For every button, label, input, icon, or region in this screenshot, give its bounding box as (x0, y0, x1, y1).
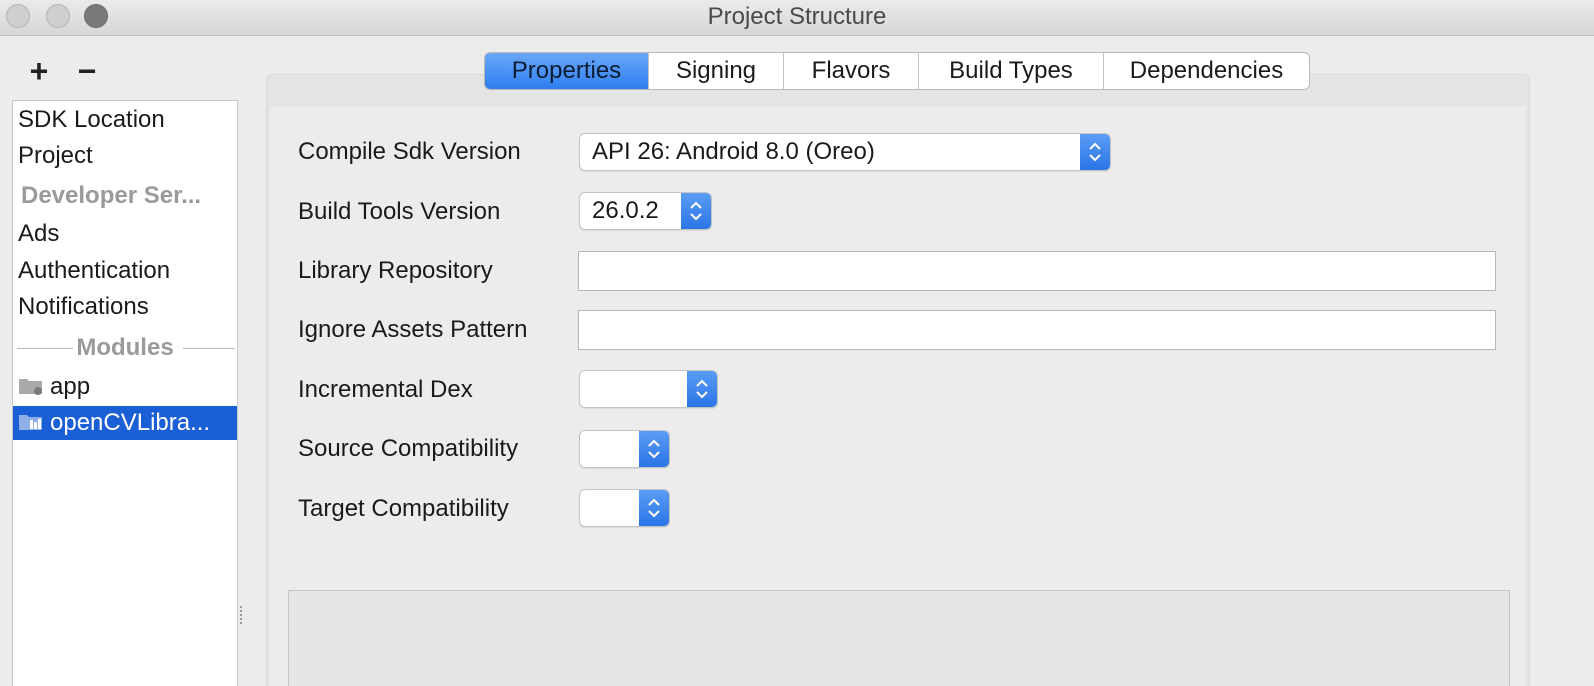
library-repository-label: Library Repository (298, 257, 493, 284)
tab-bar: Properties Signing Flavors Build Types D… (484, 52, 1310, 90)
tab-build-types[interactable]: Build Types (918, 53, 1103, 89)
build-tools-value: 26.0.2 (592, 197, 659, 224)
compile-sdk-label: Compile Sdk Version (298, 138, 521, 165)
chevron-up-down-icon (639, 490, 669, 526)
sidebar: SDK Location Project Developer Ser... Ad… (12, 100, 238, 686)
sidebar-item-label: openCVLibra... (50, 409, 211, 436)
sidebar-item-ads[interactable]: Ads (13, 217, 237, 251)
title-bar: Project Structure (0, 0, 1594, 36)
incremental-dex-select[interactable] (579, 370, 718, 408)
remove-icon[interactable]: − (74, 55, 100, 87)
library-repository-input[interactable] (578, 251, 1496, 291)
tab-properties[interactable]: Properties (485, 53, 648, 89)
target-compatibility-select[interactable] (579, 489, 670, 527)
splitter-handle[interactable] (238, 604, 244, 628)
tab-dependencies[interactable]: Dependencies (1103, 53, 1309, 89)
chevron-up-down-icon (687, 371, 717, 407)
project-structure-window: Project Structure + − SDK Location Proje… (0, 0, 1594, 686)
sidebar-item-app[interactable]: app (13, 370, 237, 404)
chevron-up-down-icon (639, 431, 669, 467)
module-folder-icon (19, 379, 42, 395)
sidebar-item-opencv-library[interactable]: openCVLibra... (13, 406, 237, 440)
sidebar-item-notifications[interactable]: Notifications (13, 290, 237, 324)
compile-sdk-value: API 26: Android 8.0 (Oreo) (592, 138, 875, 165)
source-compatibility-select[interactable] (579, 430, 670, 468)
target-compatibility-label: Target Compatibility (298, 495, 509, 522)
library-module-icon (19, 415, 42, 430)
add-icon[interactable]: + (26, 55, 52, 87)
ignore-assets-pattern-label: Ignore Assets Pattern (298, 316, 528, 343)
sidebar-item-authentication[interactable]: Authentication (13, 254, 237, 288)
build-tools-select[interactable]: 26.0.2 (579, 192, 712, 230)
ignore-assets-pattern-input[interactable] (578, 310, 1496, 350)
chevron-up-down-icon (1080, 134, 1110, 170)
compile-sdk-select[interactable]: API 26: Android 8.0 (Oreo) (579, 133, 1111, 171)
window-title: Project Structure (707, 3, 887, 30)
sidebar-header-developer-services: Developer Ser... (21, 182, 202, 209)
source-compatibility-label: Source Compatibility (298, 435, 519, 462)
add-remove-toolbar: + − (26, 55, 100, 87)
sidebar-item-sdk-location[interactable]: SDK Location (13, 103, 237, 137)
tab-flavors[interactable]: Flavors (783, 53, 918, 89)
incremental-dex-label: Incremental Dex (298, 376, 473, 403)
sidebar-item-project[interactable]: Project (13, 139, 237, 173)
sidebar-item-label: app (50, 373, 91, 400)
chevron-up-down-icon (681, 193, 711, 229)
modules-separator: Modules (13, 331, 237, 365)
build-tools-label: Build Tools Version (298, 198, 501, 225)
tab-signing[interactable]: Signing (648, 53, 783, 89)
details-area (288, 590, 1510, 686)
